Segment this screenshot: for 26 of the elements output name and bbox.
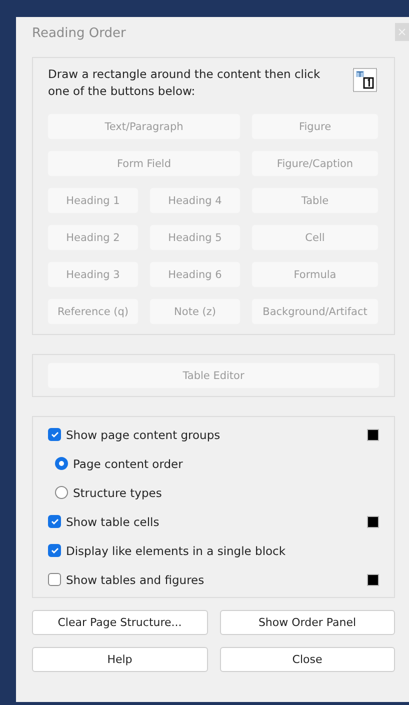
checkbox[interactable] bbox=[48, 515, 61, 528]
dialog-button[interactable]: Show Order Panel bbox=[220, 610, 395, 635]
window-title: Reading Order bbox=[32, 26, 126, 41]
color-swatch[interactable] bbox=[367, 574, 379, 586]
dialog-button[interactable]: Help bbox=[32, 647, 208, 672]
checkbox[interactable] bbox=[48, 573, 61, 586]
option-label: Show tables and figures bbox=[66, 572, 206, 586]
reading-order-icon[interactable] bbox=[353, 68, 377, 92]
dialog-button[interactable]: Clear Page Structure... bbox=[32, 610, 208, 635]
radio-button[interactable] bbox=[55, 457, 68, 470]
color-swatch[interactable] bbox=[367, 516, 379, 528]
checkbox[interactable] bbox=[48, 544, 61, 557]
check-icon bbox=[50, 547, 58, 554]
option-label: Show table cells bbox=[66, 514, 160, 528]
checkbox[interactable] bbox=[48, 428, 61, 441]
instructions-text: Draw a rectangle around the content then click one of the buttons below: bbox=[48, 66, 322, 100]
option-label: Display like elements in a single block bbox=[66, 544, 287, 558]
check-icon bbox=[50, 431, 58, 438]
color-swatch[interactable] bbox=[367, 428, 379, 440]
option-label: Structure types bbox=[73, 486, 163, 500]
option-label: Show page content groups bbox=[66, 428, 222, 442]
dialog-button[interactable]: Close bbox=[220, 647, 395, 672]
check-icon bbox=[50, 518, 58, 525]
close-icon bbox=[398, 28, 406, 36]
option-label: Page content order bbox=[73, 456, 184, 470]
radio-button[interactable] bbox=[55, 486, 68, 499]
